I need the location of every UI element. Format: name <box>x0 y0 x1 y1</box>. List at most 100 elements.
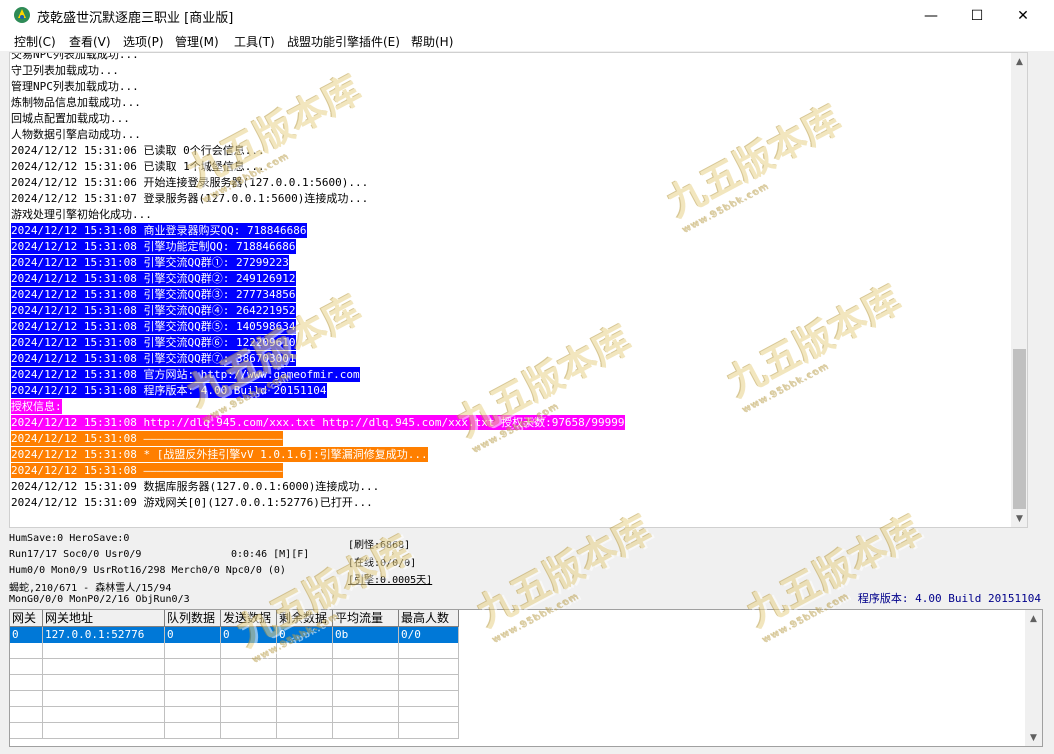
empty-cell <box>10 707 43 723</box>
empty-cell <box>333 723 399 739</box>
log-line: 2024/12/12 15:31:08 程序版本: 4.00 Build 201… <box>11 383 327 398</box>
log-line: 2024/12/12 15:31:08 商业登录器购买QQ: 718846686 <box>11 223 307 238</box>
empty-cell <box>221 675 277 691</box>
menu-tools[interactable]: 工具(T) <box>234 33 275 50</box>
cell-sent: 0 <box>221 627 277 643</box>
status-hum: Hum0/0 Mon0/9 UsrRot16/298 Merch0/0 Npc0… <box>9 565 286 576</box>
empty-cell <box>399 675 459 691</box>
log-line: 2024/12/12 15:31:08 官方网站: http://www.gam… <box>11 367 360 382</box>
scroll-thumb[interactable] <box>1013 349 1026 509</box>
empty-cell <box>43 675 165 691</box>
log-line: 交易NPC列表加载成功... <box>11 52 139 61</box>
status-refresh: [刷怪:6868] <box>348 540 411 551</box>
empty-cell <box>221 659 277 675</box>
menu-engine-plugin[interactable]: 战盟功能引擎插件(E) <box>287 33 400 50</box>
log-line: 2024/12/12 15:31:09 游戏网关[0](127.0.0.1:52… <box>11 496 373 509</box>
window-title: 茂乾盛世沉默逐鹿三职业 [商业版] <box>37 11 234 26</box>
log-line: 2024/12/12 15:31:08 引擎交流QQ群⑤: 140598634 <box>11 319 296 334</box>
cell-remain: 0 <box>277 627 333 643</box>
col-header-gateway[interactable]: 网关 <box>10 610 43 627</box>
menu-manage[interactable]: 管理(M) <box>175 33 219 50</box>
log-line: 2024/12/12 15:31:08 引擎交流QQ群②: 249126912 <box>11 271 296 286</box>
menu-view[interactable]: 查看(V) <box>69 33 111 50</box>
log-line: 2024/12/12 15:31:08 引擎交流QQ群⑥: 122209610 <box>11 335 296 350</box>
cell-avg-traffic: 0b <box>333 627 399 643</box>
scroll-down-icon[interactable]: ▼ <box>1011 510 1027 527</box>
table-scrollbar[interactable]: ▲ ▼ <box>1025 610 1042 746</box>
log-line: 2024/12/12 15:31:06 开始连接登录服务器(127.0.0.1:… <box>11 176 369 189</box>
empty-cell <box>221 643 277 659</box>
empty-cell <box>277 707 333 723</box>
empty-cell <box>10 723 43 739</box>
scroll-up-icon[interactable]: ▲ <box>1011 53 1027 70</box>
log-line: 2024/12/12 15:31:08 引擎交流QQ群③: 277734856 <box>11 287 296 302</box>
title-bar: 茂乾盛世沉默逐鹿三职业 [商业版] — ☐ ✕ <box>0 0 1054 31</box>
status-humsave: HumSave:0 HeroSave:0 <box>9 533 130 544</box>
empty-cell <box>221 707 277 723</box>
empty-cell <box>333 691 399 707</box>
empty-cell <box>399 643 459 659</box>
log-scrollbar[interactable]: ▲ ▼ <box>1011 53 1027 527</box>
table-scroll-up-icon[interactable]: ▲ <box>1025 610 1042 627</box>
empty-cell <box>165 723 221 739</box>
empty-cell <box>333 659 399 675</box>
empty-cell <box>165 659 221 675</box>
log-line: 管理NPC列表加载成功... <box>11 80 139 93</box>
empty-cell <box>43 659 165 675</box>
menu-control[interactable]: 控制(C) <box>14 33 56 50</box>
maximize-button[interactable]: ☐ <box>954 0 1000 31</box>
cell-gateway: 0 <box>10 627 43 643</box>
log-line: 2024/12/12 15:31:09 数据库服务器(127.0.0.1:600… <box>11 480 380 493</box>
empty-cell <box>43 691 165 707</box>
empty-cell <box>165 643 221 659</box>
empty-cell <box>165 707 221 723</box>
col-header-queue[interactable]: 队列数据 <box>165 610 221 627</box>
log-line: 2024/12/12 15:31:08 http://dlq.945.com/x… <box>11 415 625 430</box>
cell-max-users: 0/0 <box>399 627 459 643</box>
log-line: 2024/12/12 15:31:08 ————————————————————… <box>11 431 283 446</box>
log-line: 游戏处理引擎初始化成功... <box>11 208 152 221</box>
empty-cell <box>221 723 277 739</box>
close-button[interactable]: ✕ <box>1000 0 1046 31</box>
menu-help[interactable]: 帮助(H) <box>411 33 453 50</box>
empty-cell <box>10 691 43 707</box>
log-line: 炼制物品信息加载成功... <box>11 96 141 109</box>
log-line: 2024/12/12 15:31:08 引擎交流QQ群④: 264221952 <box>11 303 296 318</box>
col-header-address[interactable]: 网关地址 <box>43 610 165 627</box>
cell-address: 127.0.0.1:52776 <box>43 627 165 643</box>
col-header-sent[interactable]: 发送数据 <box>221 610 277 627</box>
table-scroll-down-icon[interactable]: ▼ <box>1025 729 1042 746</box>
gateway-table[interactable]: 网关 网关地址 队列数据 发送数据 剩余数据 平均流量 最高人数 0 127.0… <box>9 609 1043 747</box>
log-line: 授权信息: <box>11 399 62 414</box>
app-icon <box>14 7 30 23</box>
col-header-max-users[interactable]: 最高人数 <box>399 610 459 627</box>
empty-cell <box>277 723 333 739</box>
empty-cell <box>221 691 277 707</box>
status-time: 0:0:46 [M][F] <box>231 549 310 560</box>
empty-cell <box>399 691 459 707</box>
empty-cell <box>10 659 43 675</box>
empty-cell <box>10 675 43 691</box>
minimize-button[interactable]: — <box>908 0 954 31</box>
empty-cell <box>333 707 399 723</box>
log-line: 2024/12/12 15:31:08 * [战盟反外挂引擎vV 1.0.1.6… <box>11 447 428 462</box>
log-line: 2024/12/12 15:31:07 登录服务器(127.0.0.1:5600… <box>11 192 369 205</box>
empty-cell <box>277 659 333 675</box>
empty-cell <box>277 643 333 659</box>
empty-cell <box>277 691 333 707</box>
empty-cell <box>10 643 43 659</box>
version-label: 程序版本: 4.00 Build 20151104 <box>857 592 1041 605</box>
table-row[interactable]: 0 127.0.0.1:52776 0 0 0 0b 0/0 <box>10 627 459 643</box>
col-header-remain[interactable]: 剩余数据 <box>277 610 333 627</box>
empty-cell <box>277 675 333 691</box>
empty-cell <box>165 675 221 691</box>
empty-cell <box>43 723 165 739</box>
log-panel[interactable]: 交易NPC列表加载成功... 守卫列表加载成功... 管理NPC列表加载成功... 炼… <box>9 52 1028 528</box>
log-line: 2024/12/12 15:31:08 引擎交流QQ群⑦: 386703001 <box>11 351 296 366</box>
log-line: 2024/12/12 15:31:08 引擎交流QQ群①: 27299223 <box>11 255 289 270</box>
col-header-avg-traffic[interactable]: 平均流量 <box>333 610 399 627</box>
empty-cell <box>399 707 459 723</box>
log-line: 2024/12/12 15:31:06 已读取 1个城堡信息... <box>11 160 265 173</box>
menu-options[interactable]: 选项(P) <box>123 33 164 50</box>
status-online: [在线:0/0/0] <box>348 558 417 569</box>
